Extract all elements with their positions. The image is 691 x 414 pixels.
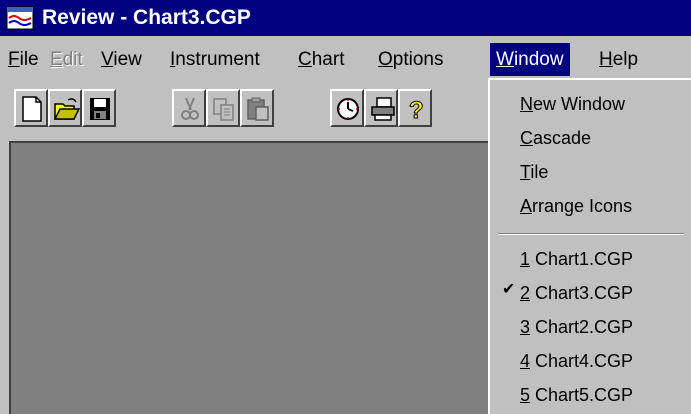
- checkmark-icon: ✔: [502, 281, 516, 298]
- menu-item-window-4[interactable]: 4 Chart4.CGP: [520, 345, 633, 377]
- cut-icon: [181, 97, 199, 120]
- menu-view[interactable]: View: [101, 43, 142, 76]
- paste-button[interactable]: [240, 89, 274, 127]
- menu-item-window-5[interactable]: 5 Chart5.CGP: [520, 379, 633, 411]
- help-icon: ?: [409, 97, 425, 123]
- help-button[interactable]: ?: [398, 89, 432, 127]
- new-file-icon: [22, 96, 42, 122]
- window-title: Review - Chart3.CGP: [42, 6, 251, 29]
- save-button[interactable]: [82, 89, 116, 127]
- open-folder-icon: [54, 98, 80, 120]
- menu-file[interactable]: File: [8, 43, 39, 76]
- window-menu-dropdown: New Window Cascade Tile Arrange Icons 1 …: [488, 78, 691, 414]
- print-button[interactable]: [364, 89, 398, 127]
- menu-item-arrange-icons[interactable]: Arrange Icons: [520, 190, 632, 222]
- menu-item-new-window[interactable]: New Window: [520, 88, 625, 120]
- clock-icon: [337, 98, 359, 120]
- print-icon: [371, 97, 395, 121]
- title-bar: Review - Chart3.CGP: [0, 0, 691, 36]
- menu-instrument[interactable]: Instrument: [170, 43, 260, 76]
- menu-item-tile[interactable]: Tile: [520, 156, 548, 188]
- menu-item-cascade[interactable]: Cascade: [520, 122, 591, 154]
- paste-icon: [247, 97, 269, 121]
- menu-item-window-3[interactable]: 3 Chart2.CGP: [520, 311, 633, 343]
- copy-button[interactable]: [206, 89, 240, 127]
- mdi-workspace[interactable]: [9, 141, 491, 414]
- menu-item-window-2[interactable]: 2 Chart3.CGP: [520, 277, 633, 309]
- save-disk-icon: [90, 98, 110, 120]
- menu-bar: File Edit View Instrument Chart Options …: [0, 43, 691, 76]
- copy-icon: [213, 98, 234, 121]
- menu-help[interactable]: Help: [599, 43, 638, 76]
- menu-chart[interactable]: Chart: [298, 43, 344, 76]
- svg-text:?: ?: [409, 97, 424, 122]
- menu-options[interactable]: Options: [378, 43, 443, 76]
- open-button[interactable]: [48, 89, 82, 127]
- time-button[interactable]: [330, 89, 364, 127]
- menu-item-window-1[interactable]: 1 Chart1.CGP: [520, 243, 633, 275]
- menu-separator: [498, 233, 684, 235]
- app-icon[interactable]: [6, 6, 34, 30]
- menu-window[interactable]: Window: [490, 43, 570, 76]
- new-button[interactable]: [14, 89, 48, 127]
- menu-edit[interactable]: Edit: [50, 43, 83, 76]
- cut-button[interactable]: [172, 89, 206, 127]
